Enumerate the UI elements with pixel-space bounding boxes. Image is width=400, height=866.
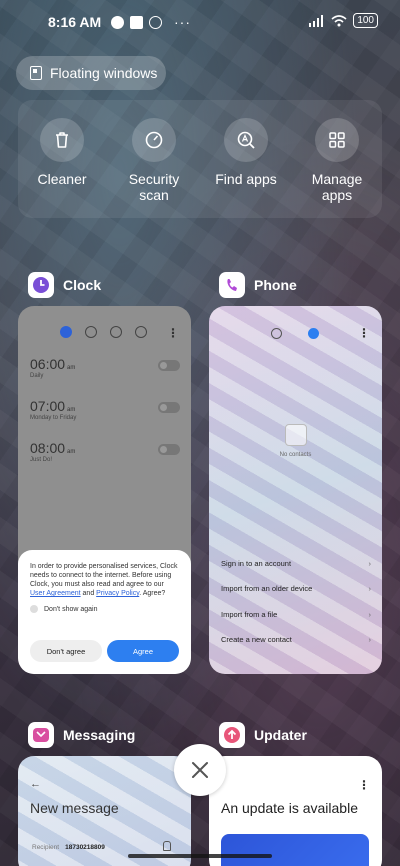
permission-dialog: In order to provide personalised service… bbox=[18, 550, 191, 674]
notification-icon bbox=[149, 15, 162, 29]
app-header-messaging[interactable]: Messaging bbox=[28, 722, 135, 748]
dialog-message: In order to provide personalised service… bbox=[30, 563, 178, 597]
alarm-tab-icon bbox=[60, 326, 72, 338]
tool-label: Security scan bbox=[128, 171, 180, 203]
message-title: New message bbox=[30, 800, 119, 816]
tool-find-apps[interactable]: Find apps bbox=[206, 118, 286, 187]
contact-icon bbox=[163, 841, 171, 851]
alarm-item: 08:00 am Just Do! bbox=[30, 440, 180, 463]
status-time: 8:16 AM bbox=[48, 14, 102, 30]
alarm-item: 06:00 am Daily bbox=[30, 356, 180, 379]
clock-app-icon bbox=[28, 272, 54, 298]
agree-button: Agree bbox=[107, 640, 179, 662]
close-all-button[interactable] bbox=[174, 744, 226, 796]
phone-tabs bbox=[271, 328, 319, 339]
app-card-clock[interactable]: ⋮ 06:00 am Daily 07:00 am Monday to Friday… bbox=[18, 306, 191, 674]
world-clock-tab-icon bbox=[85, 326, 97, 338]
alarm-toggle bbox=[158, 444, 180, 455]
tool-security-scan[interactable]: Security scan bbox=[114, 118, 194, 203]
app-name: Messaging bbox=[63, 727, 136, 743]
tool-manage-apps[interactable]: Manage apps bbox=[297, 118, 377, 203]
phone-option: Create a new contact › bbox=[221, 635, 371, 644]
app-card-phone[interactable]: ⋮ No contacts Sign in to an account › Imp… bbox=[209, 306, 382, 674]
timer-tab-icon bbox=[135, 326, 147, 338]
contact-placeholder-icon bbox=[284, 424, 307, 446]
tool-cleaner[interactable]: Cleaner bbox=[22, 118, 102, 187]
recents-tab-icon bbox=[271, 328, 282, 339]
shield-scan-icon bbox=[145, 131, 163, 149]
app-card-updater[interactable]: ⋮ An update is available bbox=[209, 756, 382, 866]
battery-indicator: 100 bbox=[353, 13, 378, 28]
app-card-messaging[interactable]: ← New message Recipient 18730218809 bbox=[18, 756, 191, 866]
phone-option: Import from an older device › bbox=[221, 584, 371, 593]
update-banner-image bbox=[221, 834, 369, 866]
alarm-item: 07:00 am Monday to Friday bbox=[30, 398, 180, 421]
signal-icon bbox=[309, 14, 324, 27]
close-icon bbox=[192, 762, 208, 778]
grid-icon bbox=[329, 132, 345, 148]
phone-option: Sign in to an account › bbox=[221, 559, 371, 568]
phone-app-icon bbox=[219, 272, 245, 298]
alarm-toggle bbox=[158, 360, 180, 371]
clock-tabs bbox=[60, 326, 147, 338]
back-arrow-icon: ← bbox=[30, 778, 41, 790]
app-header-phone[interactable]: Phone bbox=[219, 272, 297, 298]
floating-window-icon bbox=[30, 66, 42, 80]
stopwatch-tab-icon bbox=[110, 326, 122, 338]
dont-agree-button: Don't agree bbox=[30, 640, 102, 662]
phone-option: Import from a file › bbox=[221, 610, 371, 619]
find-apps-icon bbox=[237, 131, 255, 149]
app-name: Updater bbox=[254, 727, 307, 743]
contacts-tab-icon bbox=[308, 328, 319, 339]
app-header-updater[interactable]: Updater bbox=[219, 722, 307, 748]
more-icon: ⋮ bbox=[167, 326, 179, 340]
tool-label: Manage apps bbox=[311, 171, 363, 203]
app-name: Clock bbox=[63, 277, 102, 293]
updater-app-icon bbox=[219, 722, 245, 748]
home-indicator[interactable] bbox=[128, 854, 272, 858]
quick-tools-panel: Cleaner Security scan Find apps Manage a… bbox=[18, 100, 382, 218]
trash-icon bbox=[56, 132, 68, 148]
moon-icon bbox=[111, 15, 124, 29]
empty-contacts: No contacts bbox=[209, 424, 382, 458]
tool-label: Cleaner bbox=[37, 171, 87, 187]
recipient-row: Recipient 18730218809 bbox=[32, 844, 105, 851]
app-name: Phone bbox=[254, 277, 297, 293]
screenshot-icon bbox=[130, 15, 143, 29]
more-icon: ⋮ bbox=[358, 778, 370, 792]
tool-label: Find apps bbox=[215, 171, 277, 187]
wifi-icon bbox=[331, 14, 347, 26]
more-icon: ··· bbox=[174, 14, 191, 30]
privacy-policy-link: Privacy Policy bbox=[96, 590, 140, 597]
floating-windows-label: Floating windows bbox=[50, 65, 158, 81]
more-icon: ⋮ bbox=[358, 326, 370, 340]
update-title: An update is available bbox=[221, 800, 358, 816]
status-bar: 8:16 AM ··· 100 bbox=[0, 0, 400, 44]
dont-show-again-checkbox: Don't show again bbox=[30, 605, 179, 613]
messaging-app-icon bbox=[28, 722, 54, 748]
app-header-clock[interactable]: Clock bbox=[28, 272, 101, 298]
floating-windows-button[interactable]: Floating windows bbox=[16, 56, 166, 90]
user-agreement-link: User Agreement bbox=[30, 590, 81, 597]
alarm-toggle bbox=[158, 402, 180, 413]
